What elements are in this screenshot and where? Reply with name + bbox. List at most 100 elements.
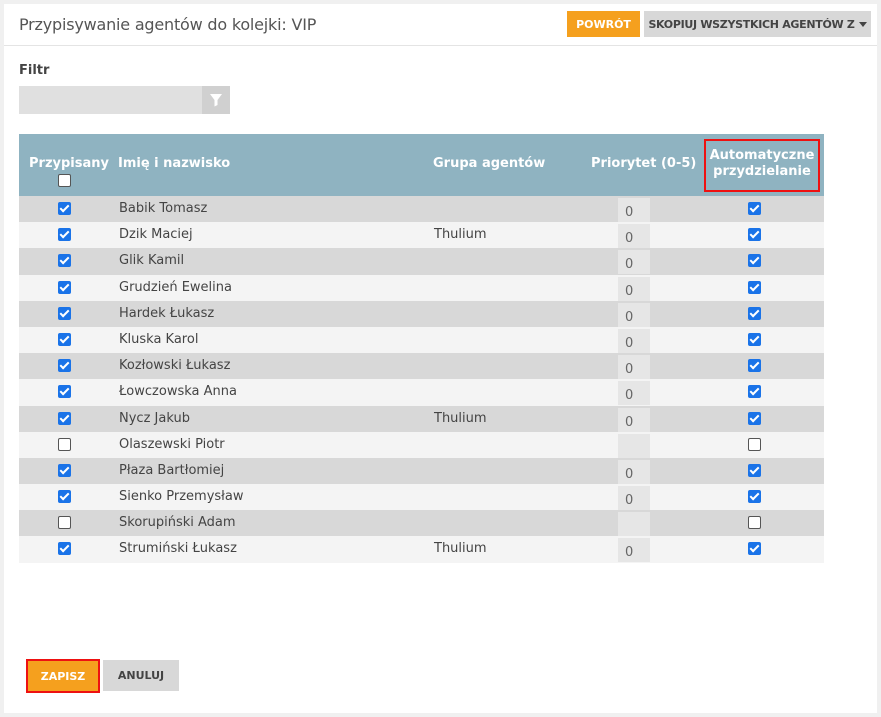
auto-assign-checkbox[interactable]	[748, 385, 761, 402]
priority-input[interactable]: 0	[618, 250, 650, 275]
table-row: Grudzień Ewelina 0	[19, 274, 824, 301]
back-button[interactable]: POWRÓT	[567, 11, 640, 37]
auto-assign-checkbox[interactable]	[748, 332, 761, 350]
checkbox-icon	[748, 437, 761, 451]
assigned-checkbox[interactable]	[58, 437, 71, 455]
auto-assign-checkbox[interactable]	[748, 280, 761, 298]
table-row: Płaza Bartłomiej 0	[19, 457, 824, 485]
assigned-checkbox[interactable]	[58, 542, 71, 559]
table-row: Sienko Przemysław 0	[19, 484, 824, 511]
assigned-checkbox[interactable]	[58, 516, 71, 533]
checkbox-icon	[748, 280, 761, 294]
priority-input[interactable]: 0	[618, 224, 650, 249]
checkbox-icon	[748, 306, 761, 320]
caret-down-icon	[858, 21, 867, 27]
priority-input[interactable]: 0	[618, 407, 650, 432]
priority-input[interactable]: 0	[618, 381, 650, 406]
agent-name: Dzik Maciej	[119, 227, 193, 243]
column-header-auto-line1: Automatyczne	[709, 148, 815, 163]
priority-input[interactable]: 0	[618, 355, 650, 380]
auto-assign-checkbox[interactable]	[748, 359, 761, 376]
agent-group: Thulium	[434, 410, 487, 426]
assigned-checkbox[interactable]	[58, 411, 71, 429]
priority-input[interactable]	[618, 512, 650, 537]
priority-input[interactable]	[618, 433, 650, 458]
assigned-checkbox[interactable]	[58, 254, 71, 271]
agent-name: Sienko Przemysław	[119, 489, 244, 505]
checkbox-icon	[748, 542, 761, 556]
column-header-assigned: Przypisany	[29, 156, 109, 171]
auto-assign-checkbox[interactable]	[748, 411, 761, 429]
page-header: Przypisywanie agentów do kolejki: VIP PO…	[4, 4, 877, 46]
assigned-checkbox[interactable]	[58, 280, 71, 298]
auto-assign-checkbox[interactable]	[748, 202, 761, 219]
checkbox-icon	[748, 490, 761, 504]
agent-name: Strumiński Łukasz	[119, 541, 237, 557]
auto-assign-checkbox[interactable]	[748, 516, 761, 533]
priority-input[interactable]: 0	[618, 538, 650, 563]
checkbox-icon	[58, 385, 71, 399]
table-row: Nycz Jakub Thulium 0	[19, 405, 824, 432]
main-panel: Przypisywanie agentów do kolejki: VIP PO…	[4, 4, 877, 713]
cancel-button[interactable]: ANULUJ	[103, 660, 179, 691]
assigned-checkbox[interactable]	[58, 490, 71, 507]
save-button[interactable]: ZAPISZ	[26, 659, 100, 693]
assigned-checkbox[interactable]	[58, 359, 71, 376]
auto-assign-checkbox[interactable]	[748, 542, 761, 559]
auto-assign-checkbox[interactable]	[748, 463, 761, 481]
agent-name: Kozłowski Łukasz	[119, 358, 231, 374]
agent-name: Łowczowska Anna	[119, 384, 237, 400]
assigned-checkbox[interactable]	[58, 385, 71, 402]
agent-group: Thulium	[434, 541, 487, 557]
assigned-checkbox[interactable]	[58, 332, 71, 350]
table-row: Babik Tomasz 0	[19, 196, 824, 223]
priority-input[interactable]: 0	[618, 302, 650, 327]
checkbox-icon	[58, 490, 71, 504]
priority-input[interactable]: 0	[618, 198, 650, 222]
auto-assign-checkbox[interactable]	[748, 228, 761, 245]
table-row: Olaszewski Piotr	[19, 431, 824, 458]
auto-assign-checkbox[interactable]	[748, 490, 761, 507]
checkbox-icon	[58, 202, 71, 215]
checkbox-icon	[58, 174, 71, 187]
checkbox-icon	[58, 280, 71, 294]
back-button-label: POWRÓT	[576, 17, 631, 31]
checkbox-icon	[58, 411, 71, 425]
assigned-checkbox[interactable]	[58, 228, 71, 245]
assigned-checkbox[interactable]	[58, 306, 71, 324]
filter-input[interactable]	[19, 86, 202, 114]
select-all-checkbox[interactable]	[58, 174, 71, 191]
assigned-checkbox[interactable]	[58, 463, 71, 481]
column-header-name: Imię i nazwisko	[118, 156, 231, 171]
agents-table: Przypisany Imię i nazwisko Grupa agentów…	[19, 134, 824, 563]
filter-button[interactable]	[202, 86, 230, 114]
priority-input[interactable]: 0	[618, 328, 650, 353]
agent-name: Kluska Karol	[119, 331, 199, 347]
checkbox-icon	[748, 516, 761, 530]
copy-agents-dropdown-button[interactable]: SKOPIUJ WSZYSTKICH AGENTÓW Z	[644, 11, 871, 37]
priority-input[interactable]: 0	[618, 276, 650, 301]
agent-group: Thulium	[434, 227, 487, 243]
table-row: Kozłowski Łukasz 0	[19, 353, 824, 380]
table-row: Glik Kamil 0	[19, 248, 824, 275]
priority-input[interactable]: 0	[618, 459, 650, 484]
checkbox-icon	[748, 254, 761, 268]
auto-assign-checkbox[interactable]	[748, 437, 761, 455]
checkbox-icon	[748, 463, 761, 477]
auto-assign-checkbox[interactable]	[748, 306, 761, 324]
checkbox-icon	[748, 228, 761, 242]
checkbox-icon	[58, 306, 71, 320]
table-body: Babik Tomasz 0 Dzik Maciej Thulium 0 Glik Kam…	[19, 196, 824, 563]
checkbox-icon	[58, 463, 71, 477]
checkbox-icon	[748, 411, 761, 425]
checkbox-icon	[748, 359, 761, 373]
copy-agents-label: SKOPIUJ WSZYSTKICH AGENTÓW Z	[648, 17, 855, 31]
table-row: Łowczowska Anna 0	[19, 379, 824, 406]
auto-assign-checkbox[interactable]	[748, 254, 761, 271]
checkbox-icon	[58, 332, 71, 346]
assigned-checkbox[interactable]	[58, 202, 71, 219]
agent-name: Skorupiński Adam	[119, 515, 236, 531]
agent-name: Nycz Jakub	[119, 410, 190, 426]
priority-input[interactable]: 0	[618, 486, 650, 511]
agent-name: Hardek Łukasz	[119, 305, 215, 321]
